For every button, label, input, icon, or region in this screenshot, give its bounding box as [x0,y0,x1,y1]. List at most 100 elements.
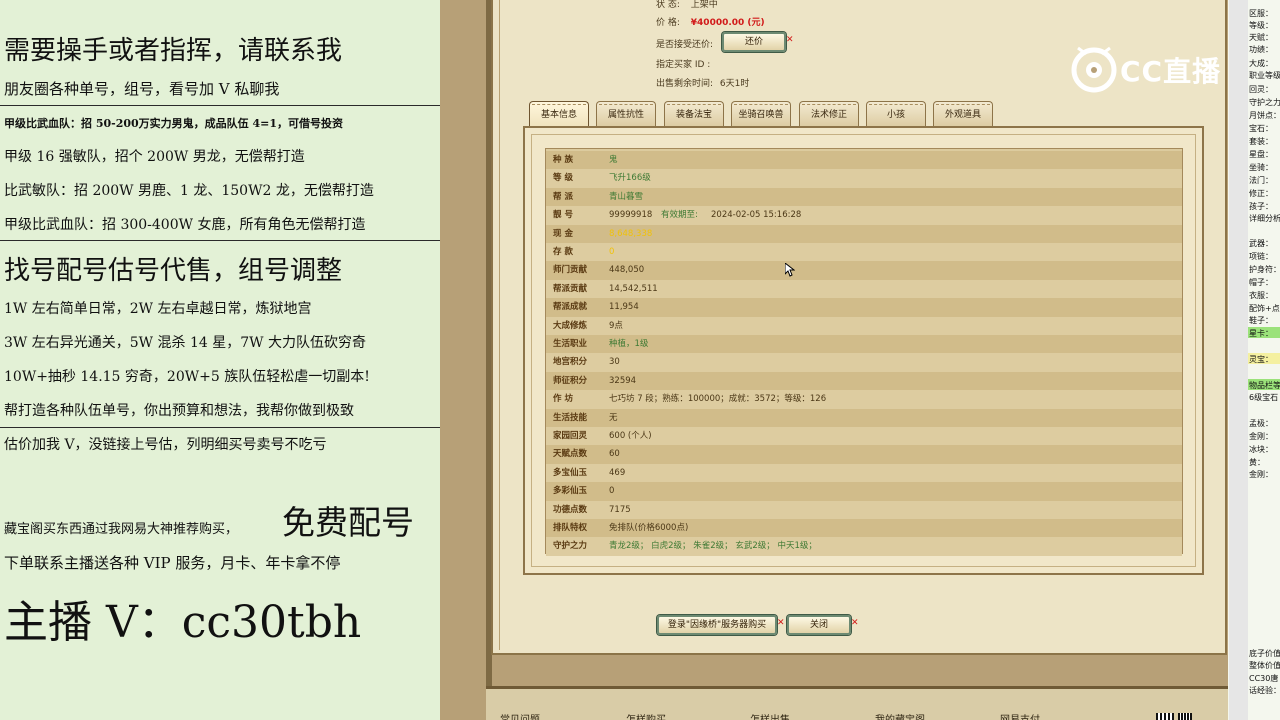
right-panel-label: 坐骑： [1249,163,1273,172]
promo-line: 甲级比武血队：招 300-400W 女鹿，所有角色无偿帮打造 [4,217,366,233]
attribute-value: 飞升166级 [609,173,651,184]
nav-my-treasure[interactable]: 我的藏宝阁 [875,711,925,720]
attribute-row: 排队特权 免排队(价格6000点) [546,519,1182,538]
streamer-contact: 主播 V：cc30tbh [4,597,362,648]
buyer-id-label: 指定买家 ID : [656,60,711,70]
nav-netease-pay[interactable]: 网易支付 [1000,711,1040,720]
counter-offer-label: 是否接受还价: [656,40,714,50]
nav-how-to-buy[interactable]: 怎样购买 [626,711,666,720]
tab-basic-info[interactable]: 基本信息 [529,101,589,127]
attribute-row: 大成修炼 9点 [546,316,1182,335]
counter-offer-button[interactable]: 还价 [722,32,786,52]
right-panel-label: 月饼点： [1249,111,1280,120]
cc-logo-text: CC直播 [1120,55,1222,88]
attribute-row: 多彩仙玉 0 [546,482,1182,501]
tab-children[interactable]: 小孩 [866,101,926,127]
right-panel-gutter [1229,0,1248,720]
attribute-row: 等 级 飞升166级 [546,169,1182,188]
nav-faq[interactable]: 常见问题 [500,711,540,720]
window-inner-edge [499,0,500,650]
attribute-row: 家园回灵 600 (个人) [546,427,1182,446]
right-panel-label: 守护之力 [1249,98,1280,107]
promo-line: 甲级比武血队：招 50-200万实力男鬼，成品队伍 4=1，可借号投资 [4,117,344,130]
right-panel-label: 配饰+点 [1249,304,1280,313]
attribute-label: 排队特权 [553,523,588,533]
promo-line: 找号配号估号代售，组号调整 [4,256,343,286]
tab-attributes[interactable]: 属性抗性 [596,101,656,127]
attribute-value: 鬼 [609,155,618,165]
attribute-row: 多宝仙玉 469 [546,463,1182,483]
right-panel-label: 话经验： [1249,686,1280,695]
price-row: 价 格: ¥40000.00 (元) [656,15,765,28]
qr-code-icon [1156,713,1174,720]
nav-how-to-sell[interactable]: 怎样出售 [750,711,790,720]
price-value: ¥40000.00 (元) [690,18,765,28]
attribute-row: 现 金 8,648,338 [546,224,1182,243]
qr-code-icon [1178,713,1192,720]
attribute-label: 师门贡献 [553,265,588,276]
status-value: 上架中 [690,0,718,10]
remaining-time-row: 出售剩余时间: 6天1时 [656,76,749,89]
attribute-value: 9点 [609,320,623,331]
attribute-row: 帮派贡献 14,542,511 [546,279,1182,299]
right-panel-label: 星盘： [1249,150,1273,159]
right-panel-label: 衣服： [1249,291,1273,300]
promo-line: 下单联系主播送各种 VIP 服务，月卡、年卡拿不停 [4,554,341,572]
attribute-row: 守护之力 青龙2级； 白虎2级； 朱雀2级； 玄武2级； 中天1级； [546,537,1182,556]
attribute-value: 青龙2级； 白虎2级； 朱雀2级； 玄武2级； 中天1级； [609,541,817,552]
attribute-value: 7175 [609,504,631,515]
close-button[interactable]: 关闭 [787,615,851,635]
attribute-row: 师征积分 32594 [546,371,1182,391]
promo-line: 10W+抽秒 14.15 穷奇，20W+5 族队伍轻松虐一切副本! [4,369,370,385]
right-panel-label: CC30唐 [1249,674,1279,683]
attribute-row: 生活职业 种植，1级 [546,335,1182,354]
tab-spell-correction[interactable]: 法术修正 [799,101,859,127]
attribute-label: 师征积分 [553,375,588,386]
login-buy-button[interactable]: 登录"因缘桥"服务器购买 [657,615,777,635]
right-panel-label: 冰块： [1249,445,1273,454]
right-panel-label: 职业等级 [1249,71,1280,80]
attribute-value: 11,954 [609,302,639,313]
attribute-label: 存 款 [553,247,573,257]
right-panel-label: 武器： [1249,239,1273,248]
right-panel-label: 灵宝： [1249,355,1273,364]
promo-line: 需要操手或者指挥，请联系我 [4,36,343,66]
attribute-row: 功德点数 7175 [546,500,1182,519]
attribute-row: 师门贡献 448,050 [546,261,1182,280]
divider [0,240,440,241]
right-panel-label: 6级宝石 [1249,393,1279,402]
attribute-label: 靓 号 [553,210,573,221]
attribute-value: 99999918 [609,210,653,221]
attribute-value: 七巧坊 7 段；熟练：100000；成就：3572；等级：126 [609,394,827,405]
promo-panel: 需要操手或者指挥，请联系我 朋友圈各种单号，组号，看号加 V 私聊我 甲级比武血… [0,0,440,720]
tab-appearance-items[interactable]: 外观道具 [933,101,993,127]
right-panel-label: 整体价值 [1249,661,1280,670]
right-panel-label: 区服： [1249,9,1273,18]
attribute-value: 600 (个人) [609,431,652,441]
attribute-row: 存 款 0 [546,243,1182,262]
attribute-label: 天赋点数 [553,449,588,460]
right-panel-label: 宝石： [1249,124,1273,133]
tab-mounts-pets[interactable]: 坐骑召唤兽 [731,101,791,127]
attribute-row: 种 族鬼 [546,151,1182,170]
remaining-time-label: 出售剩余时间: [656,79,714,89]
right-panel-label: 项链： [1249,252,1273,261]
promo-line: 甲级 16 强敏队，招个 200W 男龙，无偿帮打造 [4,149,305,165]
attribute-value: 14,542,511 [609,283,658,294]
attribute-value: 0 [609,486,615,497]
remaining-time-value: 6天1时 [719,79,750,89]
right-panel-label: 回灵： [1249,85,1273,94]
status-label: 状 态: [656,0,680,10]
tab-equipment[interactable]: 装备法宝 [664,101,724,127]
attribute-row: 生活技能 无 [546,408,1182,427]
attribute-value: 种植，1级 [609,339,649,349]
attribute-extra-label: 有效期至: [661,210,698,221]
attribute-value: 448,050 [609,265,645,276]
attribute-row: 天赋点数 60 [546,445,1182,464]
cc-logo-icon [1071,46,1117,93]
attribute-label: 帮派贡献 [553,283,588,294]
divider [0,105,440,106]
attribute-value: 469 [609,467,626,478]
attribute-value: 60 [609,449,620,460]
right-panel-label: 孩子： [1249,202,1273,211]
